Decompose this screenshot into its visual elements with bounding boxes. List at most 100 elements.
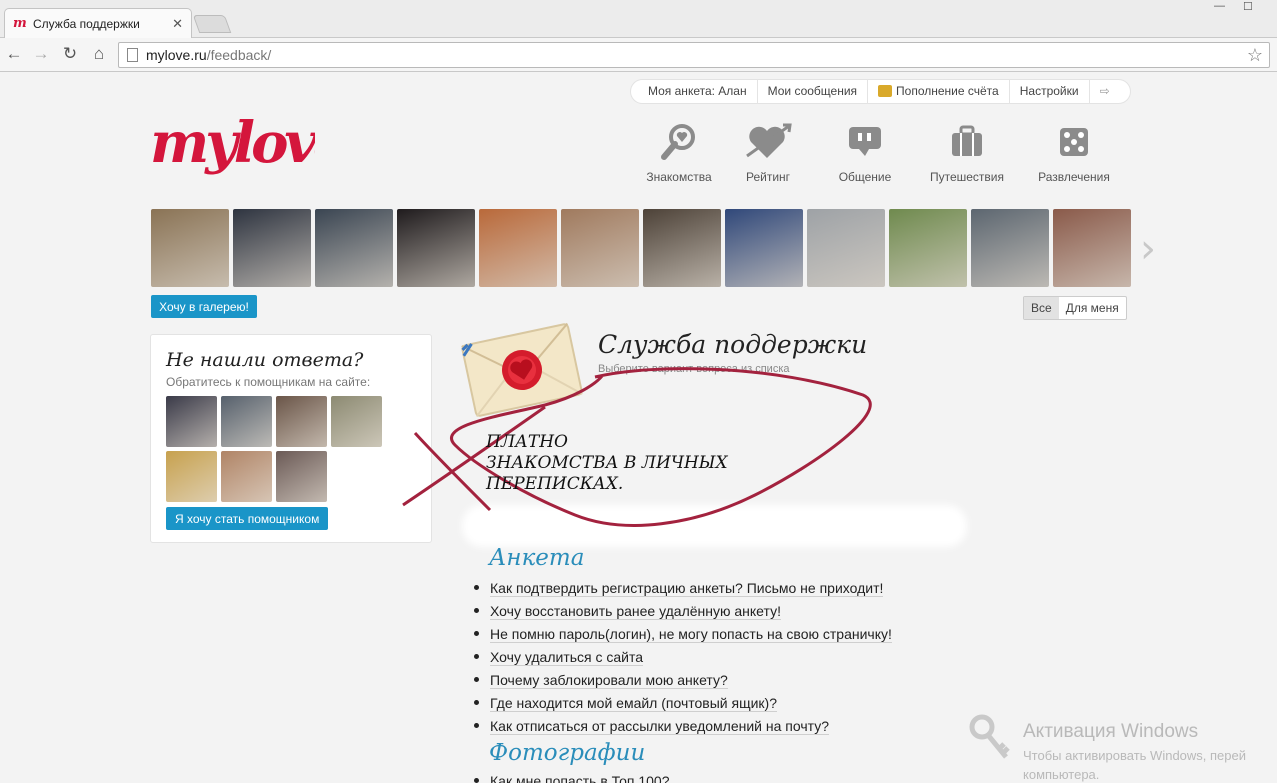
watermark-line-1: Чтобы активировать Windows, перей <box>1023 748 1247 763</box>
balance-label: Пополнение счёта <box>896 84 999 98</box>
question-link[interactable]: Как отписаться от рассылки уведомлений н… <box>490 718 829 735</box>
forward-arrow-icon[interactable]: → <box>31 44 51 64</box>
bullet <box>474 723 479 728</box>
list-item[interactable]: Как подтвердить регистрацию анкеты? Пись… <box>474 578 892 601</box>
main-nav: Знакомства Рейтинг Общение Путешествия Р… <box>640 120 1126 184</box>
bullet <box>474 700 479 705</box>
bullet <box>474 654 479 659</box>
question-link[interactable]: Хочу удалиться с сайта <box>490 649 644 666</box>
nav-chat[interactable]: Общение <box>818 120 912 184</box>
bullet <box>474 608 479 613</box>
watermark-text: Чтобы активировать Windows, перей компью… <box>1023 746 1246 783</box>
gallery-strip <box>151 209 1135 287</box>
question-link[interactable]: Как мне попасть в Топ 100? <box>490 773 670 783</box>
gallery-photo[interactable] <box>1053 209 1131 287</box>
maximize-icon[interactable]: ☐ <box>1243 0 1253 13</box>
section-profile-title: Анкета <box>489 545 585 571</box>
watermark-line-2: компьютера. <box>1023 767 1100 782</box>
helper-avatar[interactable] <box>166 396 217 447</box>
question-link[interactable]: Не помню пароль(логин), не могу попасть … <box>490 626 892 643</box>
list-item[interactable]: Хочу удалиться с сайта <box>474 647 892 670</box>
helper-avatar[interactable] <box>276 451 327 502</box>
list-item[interactable]: Как отписаться от рассылки уведомлений н… <box>474 716 892 739</box>
gallery-photo[interactable] <box>807 209 885 287</box>
close-tab-icon[interactable]: ✕ <box>172 16 183 32</box>
my-profile-link[interactable]: Моя анкета: Алан <box>631 79 758 104</box>
gallery-photo[interactable] <box>151 209 229 287</box>
nav-fun-label: Развлечения <box>1038 170 1110 184</box>
filter-all-tab[interactable]: Все <box>1024 297 1059 319</box>
gallery-photo[interactable] <box>233 209 311 287</box>
helpers-panel: Не нашли ответа? Обратитесь к помощникам… <box>150 334 432 543</box>
user-menu: Моя анкета: Алан Мои сообщения Пополнени… <box>630 79 1131 104</box>
list-item[interactable]: Не помню пароль(логин), не могу попасть … <box>474 624 892 647</box>
helper-avatar[interactable] <box>166 451 217 502</box>
question-link[interactable]: Хочу восстановить ранее удалённую анкету… <box>490 603 781 620</box>
gallery-photo[interactable] <box>971 209 1049 287</box>
helper-avatar[interactable] <box>221 396 272 447</box>
helpers-subtitle: Обратитесь к помощникам на сайте: <box>166 375 371 389</box>
nav-rating[interactable]: Рейтинг <box>718 120 818 184</box>
new-tab-button[interactable] <box>192 15 232 33</box>
chevron-right-icon[interactable]: › <box>1140 226 1156 272</box>
list-item[interactable]: Как мне попасть в Топ 100? <box>474 773 670 783</box>
become-helper-button[interactable]: Я хочу стать помощником <box>166 507 329 530</box>
bullet <box>474 585 479 590</box>
filter-for-me-tab[interactable]: Для меня <box>1059 297 1126 319</box>
question-link[interactable]: Где находится мой емайл (почтовый ящик)? <box>490 695 777 712</box>
address-bar[interactable]: mylove.ru/feedback/ ☆ <box>118 42 1270 68</box>
suitcase-icon <box>912 120 1022 164</box>
nav-fun[interactable]: Развлечения <box>1022 120 1126 184</box>
page-icon <box>127 48 138 62</box>
minimize-icon[interactable]: — <box>1214 0 1225 12</box>
browser-toolbar: ← → ↻ ⌂ mylove.ru/feedback/ ☆ <box>0 38 1277 72</box>
helper-avatar[interactable] <box>331 396 382 447</box>
settings-link[interactable]: Настройки <box>1010 79 1090 104</box>
mylove-logo[interactable]: mylove <box>150 100 315 192</box>
dice-icon <box>1022 120 1126 164</box>
nav-chat-label: Общение <box>838 170 892 184</box>
gallery-photo[interactable] <box>315 209 393 287</box>
list-item[interactable]: Хочу восстановить ранее удалённую анкету… <box>474 601 892 624</box>
nav-travel-label: Путешествия <box>929 170 1005 184</box>
question-link[interactable]: Почему заблокировали мою анкету? <box>490 672 728 689</box>
heart-arrow-icon <box>718 120 818 164</box>
gallery-photo[interactable] <box>725 209 803 287</box>
list-item[interactable]: Почему заблокировали мою анкету? <box>474 670 892 693</box>
windows-activation-watermark: Активация Windows Чтобы активировать Win… <box>966 713 1277 783</box>
question-link[interactable]: Как подтвердить регистрацию анкеты? Пись… <box>490 580 884 597</box>
bookmark-star-icon[interactable]: ☆ <box>1247 45 1263 66</box>
mylove-favicon-icon: m <box>13 15 27 31</box>
watermark-title: Активация Windows <box>1023 721 1199 742</box>
helper-avatar[interactable] <box>221 451 272 502</box>
home-icon[interactable]: ⌂ <box>89 44 109 64</box>
helpers-grid <box>166 396 396 506</box>
bullet <box>474 677 479 682</box>
join-gallery-button[interactable]: Хочу в галерею! <box>151 295 257 318</box>
gallery-photo[interactable] <box>643 209 721 287</box>
my-messages-link[interactable]: Мои сообщения <box>758 79 869 104</box>
url-host: mylove.ru <box>146 47 207 63</box>
gallery-photo[interactable] <box>561 209 639 287</box>
nav-rating-label: Рейтинг <box>745 170 791 184</box>
nav-dating-label: Знакомства <box>646 170 712 184</box>
logout-icon[interactable]: ⇨ <box>1090 79 1120 104</box>
note-line-3: ПЕРЕПИСКАХ. <box>486 474 624 494</box>
bullet <box>474 631 479 636</box>
handwritten-note: ПЛАТНО ЗНАКОМСТВА В ЛИЧНЫХ ПЕРЕПИСКАХ. <box>486 432 728 495</box>
nav-travel[interactable]: Путешествия <box>912 120 1022 184</box>
note-line-2: ЗНАКОМСТВА В ЛИЧНЫХ <box>486 453 728 473</box>
balance-link[interactable]: Пополнение счёта <box>868 79 1010 104</box>
browser-tab[interactable]: m Служба поддержки ✕ <box>4 8 192 38</box>
browser-tabbar: m Служба поддержки ✕ — ☐ <box>0 0 1277 38</box>
key-icon <box>969 714 1010 759</box>
nav-dating[interactable]: Знакомства <box>640 120 718 184</box>
gallery-photo[interactable] <box>889 209 967 287</box>
helper-avatar[interactable] <box>276 396 327 447</box>
reload-icon[interactable]: ↻ <box>60 44 80 64</box>
list-item[interactable]: Где находится мой емайл (почтовый ящик)? <box>474 693 892 716</box>
back-arrow-icon[interactable]: ← <box>4 44 24 64</box>
gallery-photo[interactable] <box>479 209 557 287</box>
section-photos-title: Фотографии <box>489 740 646 766</box>
gallery-photo[interactable] <box>397 209 475 287</box>
